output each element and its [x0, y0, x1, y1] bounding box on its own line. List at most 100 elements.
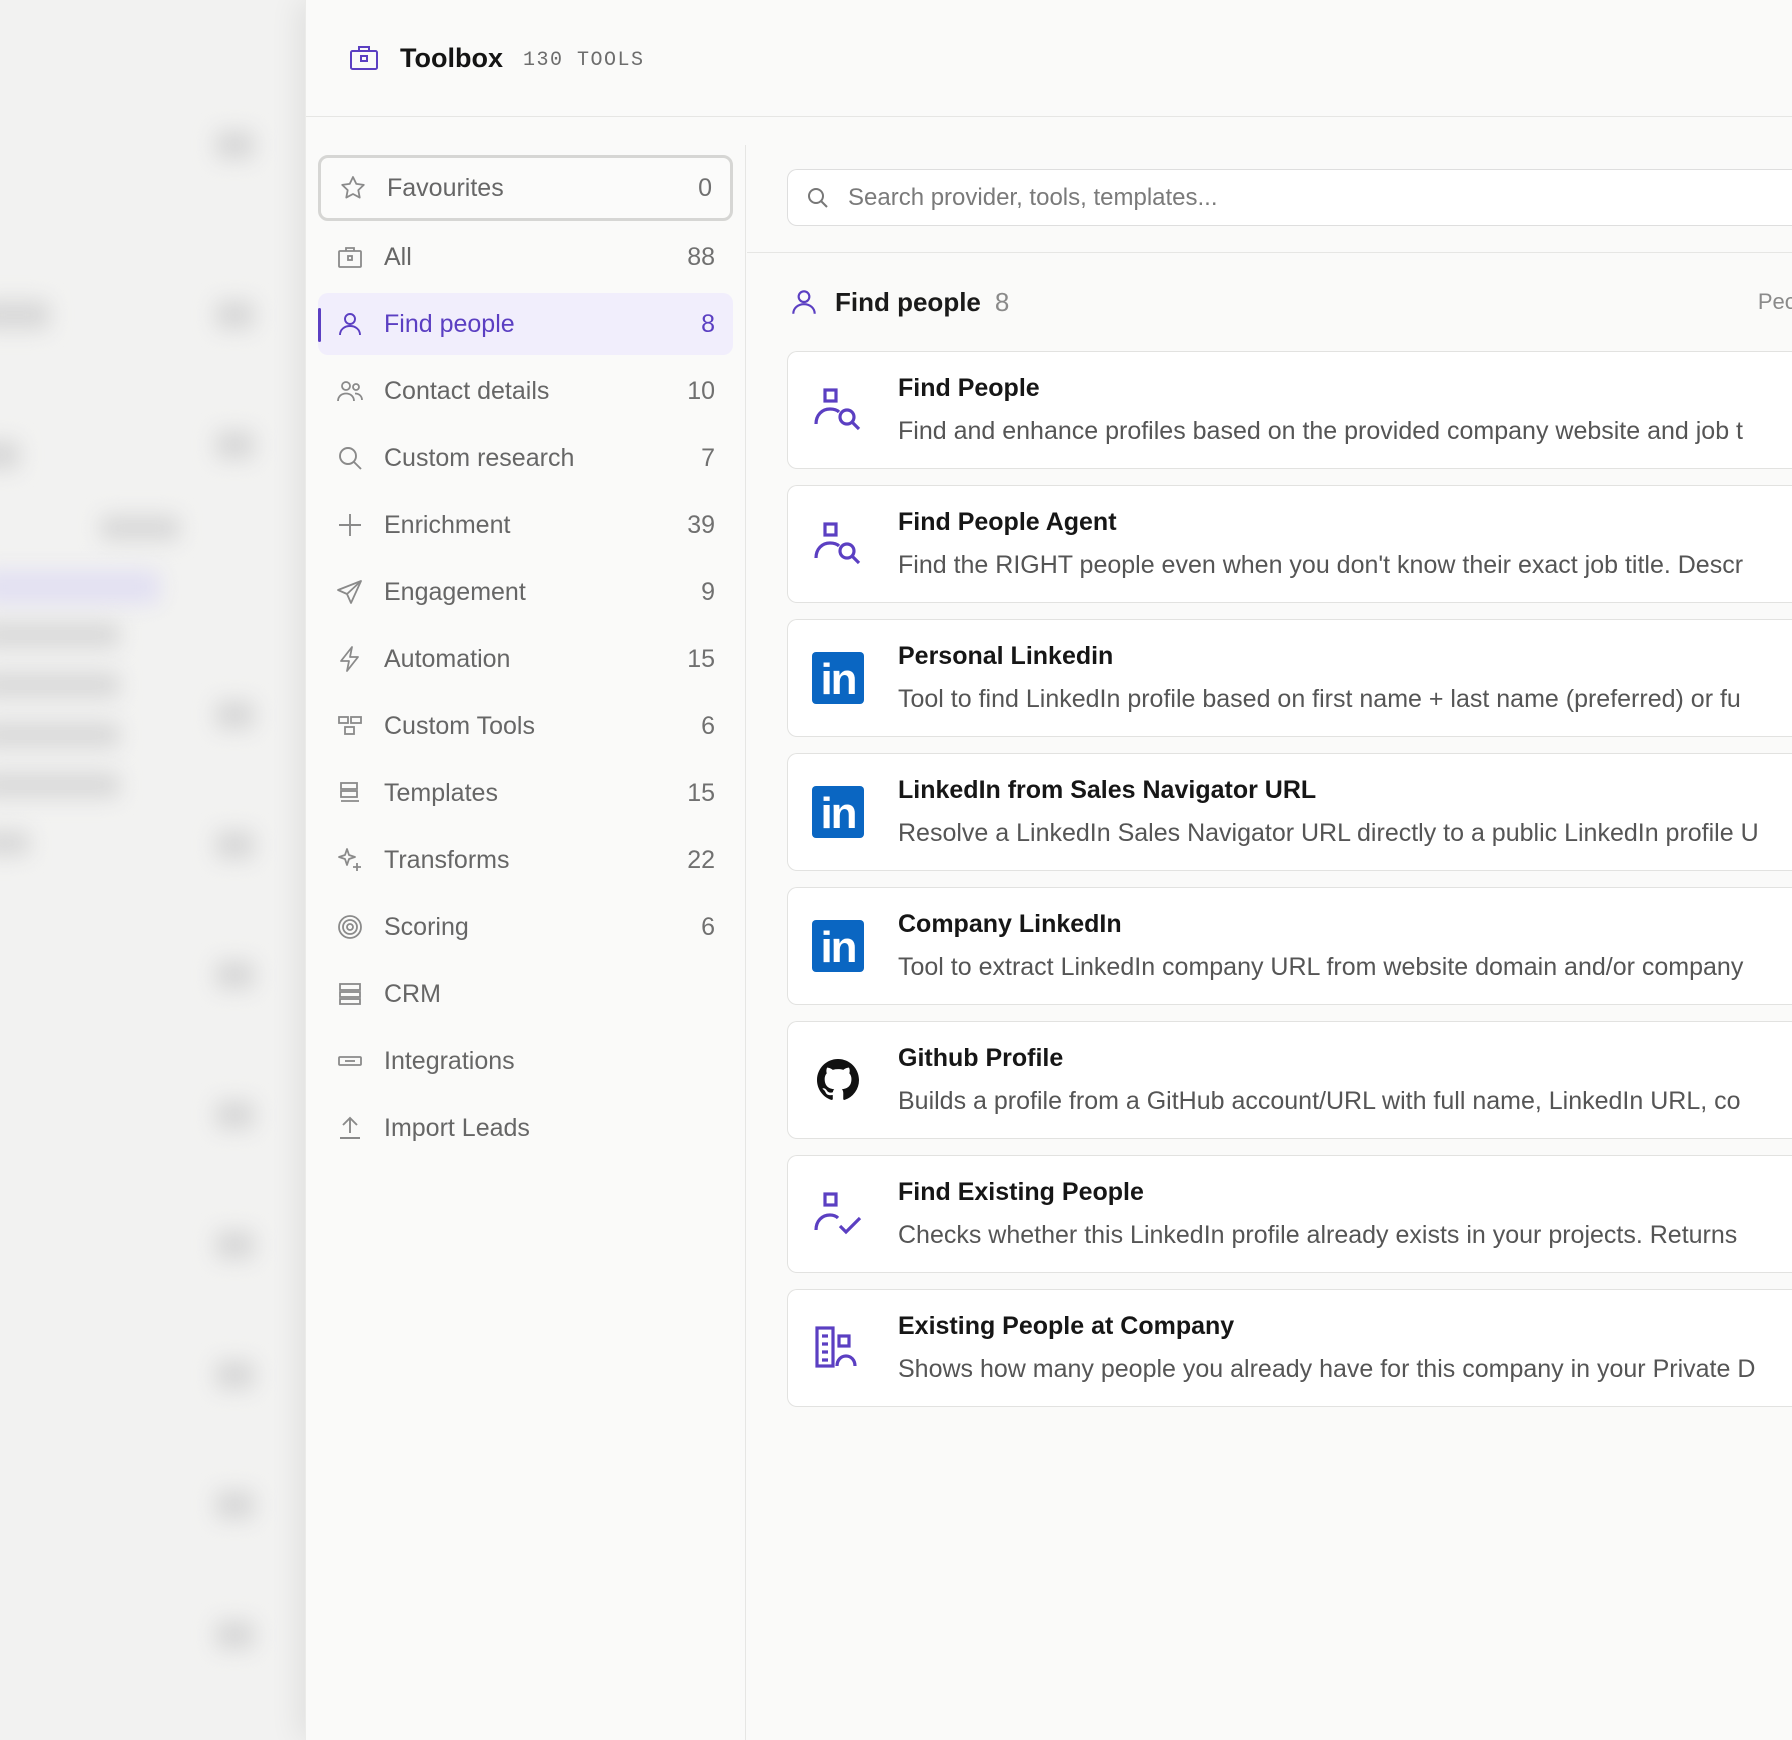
sidebar-item-label: Integrations — [384, 1046, 515, 1075]
sidebar-item-contact-details[interactable]: Contact details 10 — [318, 360, 733, 422]
sidebar-item-scoring[interactable]: Scoring 6 — [318, 896, 733, 958]
sidebar-item-enrichment[interactable]: Enrichment 39 — [318, 494, 733, 556]
target-icon — [338, 915, 362, 939]
sidebar-item-label: Transforms — [384, 845, 510, 874]
sidebar-item-engagement[interactable]: Engagement 9 — [318, 561, 733, 623]
sidebar-item-count: 39 — [687, 510, 715, 539]
tool-description: Find and enhance profiles based on the p… — [898, 417, 1744, 445]
sidebar-item-count: 8 — [701, 309, 715, 338]
tool-card-find-people[interactable]: Find People Find and enhance profiles ba… — [787, 351, 1792, 469]
toolbox-icon — [338, 247, 362, 268]
sidebar-item-label: Find people — [384, 309, 515, 338]
toolbox-icon — [350, 46, 378, 70]
github-icon — [812, 1054, 864, 1106]
tool-card-github-profile[interactable]: Github Profile Builds a profile from a G… — [787, 1021, 1792, 1139]
sidebar-item-count: 15 — [687, 778, 715, 807]
sidebar-item-label: Custom research — [384, 443, 575, 472]
sidebar-item-label: Custom Tools — [384, 711, 535, 740]
building-icon — [812, 1322, 864, 1374]
send-icon — [337, 580, 362, 604]
section-header: Find people 8 Peo — [747, 253, 1792, 351]
sidebar-item-all[interactable]: All 88 — [318, 226, 733, 288]
sidebar-item-count: 9 — [701, 577, 715, 606]
sidebar-item-label: Templates — [384, 778, 498, 807]
sidebar-item-label: Favourites — [387, 173, 504, 202]
tool-card-existing-people-at-company[interactable]: Existing People at Company Shows how man… — [787, 1289, 1792, 1407]
tool-description: Shows how many people you already have f… — [898, 1355, 1756, 1383]
sidebar-item-integrations[interactable]: Integrations — [318, 1030, 733, 1092]
users-icon — [337, 381, 363, 402]
sidebar-item-label: Automation — [384, 644, 511, 673]
sidebar-item-label: Enrichment — [384, 510, 511, 539]
tool-card-find-existing-people[interactable]: Find Existing People Checks whether this… — [787, 1155, 1792, 1273]
sidebar-item-label: Engagement — [384, 577, 526, 606]
bolt-icon — [340, 646, 359, 672]
tool-name: Find People Agent — [898, 508, 1117, 536]
find-person-icon — [812, 518, 864, 570]
sidebar-item-label: Scoring — [384, 912, 469, 941]
sidebar-item-label: Import Leads — [384, 1113, 530, 1142]
tool-card-company-linkedin[interactable]: in Company LinkedIn Tool to extract Link… — [787, 887, 1792, 1005]
sidebar-item-count: 7 — [701, 443, 715, 472]
tool-name: Personal Linkedin — [898, 642, 1114, 670]
sidebar-item-count: 88 — [687, 242, 715, 271]
category-sidebar: Favourites 0 All 88 Find people 8 Contac… — [306, 145, 746, 1740]
search-icon — [339, 447, 362, 470]
panel-title: Toolbox — [400, 42, 503, 73]
linkedin-icon: in — [812, 652, 864, 704]
search-icon — [808, 187, 828, 208]
sidebar-item-label: CRM — [384, 979, 441, 1008]
search-box[interactable] — [787, 169, 1792, 226]
panel-header: Toolbox 130 TOOLS — [306, 0, 1792, 117]
blocks-icon — [338, 716, 362, 735]
user-icon — [792, 290, 816, 314]
sidebar-item-import-leads[interactable]: Import Leads — [318, 1097, 733, 1159]
sidebar-item-crm[interactable]: CRM — [318, 963, 733, 1025]
tools-count: 130 TOOLS — [522, 48, 645, 72]
sidebar-item-count: 10 — [687, 376, 715, 405]
plus-icon — [339, 514, 361, 536]
tool-name: Github Profile — [898, 1044, 1064, 1072]
tool-card-find-people-agent[interactable]: Find People Agent Find the RIGHT people … — [787, 485, 1792, 603]
section-title: Find people — [835, 286, 981, 317]
find-person-icon — [812, 384, 864, 436]
tool-description: Tool to find LinkedIn profile based on f… — [898, 685, 1741, 713]
tool-name: LinkedIn from Sales Navigator URL — [898, 776, 1317, 804]
sidebar-item-templates[interactable]: Templates 15 — [318, 762, 733, 824]
sidebar-item-custom-research[interactable]: Custom research 7 — [318, 427, 733, 489]
star-icon — [341, 176, 365, 199]
sidebar-item-favourites[interactable]: Favourites 0 — [318, 155, 733, 221]
tool-card-linkedin-from-sales-navigator[interactable]: in LinkedIn from Sales Navigator URL Res… — [787, 753, 1792, 871]
sidebar-item-find-people[interactable]: Find people 8 — [318, 293, 733, 355]
tool-name: Existing People at Company — [898, 1312, 1235, 1340]
sparkle-icon — [338, 848, 361, 871]
toolbox-panel: Toolbox 130 TOOLS Favourites 0 All 88 Fi… — [305, 0, 1792, 1740]
blurred-background — [0, 0, 305, 1740]
tool-name: Find People — [898, 374, 1040, 402]
main-content: Find people 8 Peo Find People Find and e… — [747, 145, 1792, 1740]
sidebar-item-count: 0 — [698, 173, 712, 202]
section-right-label: Peo — [1757, 289, 1792, 314]
sidebar-item-count: 6 — [701, 912, 715, 941]
sidebar-item-custom-tools[interactable]: Custom Tools 6 — [318, 695, 733, 757]
sidebar-item-label: All — [384, 242, 412, 271]
plug-icon — [338, 1056, 362, 1066]
user-icon — [339, 313, 361, 336]
tool-card-personal-linkedin[interactable]: in Personal Linkedin Tool to find Linked… — [787, 619, 1792, 737]
sidebar-item-count: 22 — [687, 845, 715, 874]
search-row — [747, 145, 1792, 253]
person-check-icon — [812, 1188, 864, 1240]
search-input[interactable] — [848, 183, 1792, 212]
tool-name: Company LinkedIn — [898, 910, 1122, 938]
tool-description: Builds a profile from a GitHub account/U… — [898, 1087, 1741, 1115]
linkedin-icon: in — [812, 920, 864, 972]
tool-list: Find People Find and enhance profiles ba… — [747, 351, 1792, 1407]
sidebar-item-automation[interactable]: Automation 15 — [318, 628, 733, 690]
sidebar-item-count: 6 — [701, 711, 715, 740]
sidebar-item-label: Contact details — [384, 376, 550, 405]
sidebar-item-count: 15 — [687, 644, 715, 673]
tool-description: Tool to extract LinkedIn company URL fro… — [898, 953, 1744, 981]
sidebar-item-transforms[interactable]: Transforms 22 — [318, 829, 733, 891]
section-count: 8 — [994, 286, 1010, 317]
tool-description: Checks whether this LinkedIn profile alr… — [898, 1221, 1738, 1249]
